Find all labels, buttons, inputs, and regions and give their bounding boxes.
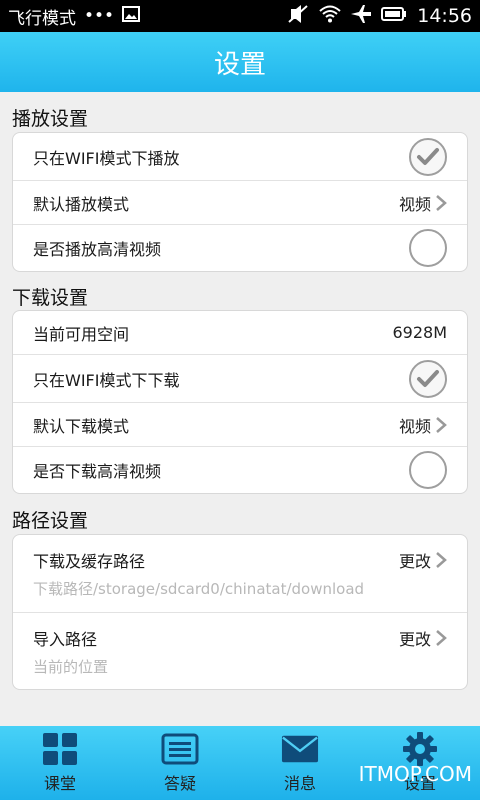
download-hd-row[interactable]: 是否下载高清视频 — [13, 447, 467, 493]
available-space-row: 当前可用空间 6928M — [13, 311, 467, 355]
cache-path-label: 下载及缓存路径 — [33, 552, 146, 571]
download-settings-card: 当前可用空间 6928M 只在WIFI模式下下载 默认下载模式 视频 是否下载高… — [12, 310, 468, 494]
play-hd-row[interactable]: 是否播放高清视频 — [13, 225, 467, 271]
checkmark-icon — [417, 369, 439, 387]
play-default-mode-row[interactable]: 默认播放模式 视频 — [13, 181, 467, 225]
list-icon — [161, 732, 199, 766]
download-wifi-only-row[interactable]: 只在WIFI模式下下载 — [13, 355, 467, 403]
import-path-label: 导入路径 — [33, 629, 98, 649]
download-default-mode-row[interactable]: 默认下载模式 视频 — [13, 403, 467, 447]
play-wifi-only-row[interactable]: 只在WIFI模式下播放 — [13, 133, 467, 181]
download-default-mode-value: 视频 — [398, 416, 431, 436]
download-default-mode-label: 默认下载模式 — [33, 416, 130, 436]
available-space-label: 当前可用空间 — [33, 324, 130, 344]
image-notification-icon — [122, 5, 141, 27]
play-default-mode-label: 默认播放模式 — [33, 194, 130, 214]
paths-section-title: 路径设置 — [12, 510, 89, 532]
chevron-right-icon — [436, 416, 447, 433]
airplane-icon — [351, 4, 372, 28]
download-hd-label: 是否下载高清视频 — [33, 462, 162, 481]
notification-dots: ••• — [84, 6, 115, 26]
play-hd-checkbox[interactable] — [409, 229, 447, 267]
play-wifi-only-checkbox[interactable] — [409, 137, 447, 176]
gear-icon — [401, 732, 439, 766]
tab-qa-label: 答疑 — [163, 774, 196, 793]
airplane-mode-text: 飞行模式 — [8, 8, 76, 29]
download-hd-checkbox[interactable] — [409, 451, 447, 489]
import-path-value: 当前的位置 — [33, 657, 109, 676]
clock: 14:56 — [417, 5, 472, 27]
battery-icon — [381, 6, 407, 26]
paths-settings-card: 下载及缓存路径 更改 下载路径/storage/sdcard0/chinatat… — [12, 534, 468, 690]
import-path-change-link[interactable]: 更改 — [399, 626, 431, 650]
chevron-right-icon — [436, 194, 447, 211]
tab-classroom-label: 课堂 — [43, 774, 76, 793]
watermark: ITMOP.COM — [358, 762, 472, 786]
envelope-icon — [281, 732, 319, 766]
cache-path-change-link[interactable]: 更改 — [399, 548, 431, 572]
playback-section-title: 播放设置 — [12, 108, 89, 130]
chevron-right-icon — [436, 552, 447, 568]
checkmark-icon — [417, 147, 439, 165]
tab-qa[interactable]: 答疑 — [120, 726, 240, 800]
status-bar: 飞行模式 ••• 14:56 — [0, 0, 480, 32]
play-default-mode-value: 视频 — [398, 194, 431, 214]
title-bar: 设置 — [0, 32, 480, 92]
vibrate-off-icon — [287, 4, 309, 28]
download-wifi-only-checkbox[interactable] — [409, 359, 447, 398]
cache-path-value: 下载路径/storage/sdcard0/chinatat/download — [33, 580, 365, 598]
available-space-value: 6928M — [392, 323, 447, 342]
tab-messages-label: 消息 — [283, 774, 316, 793]
page-title: 设置 — [213, 49, 266, 80]
download-section-title: 下载设置 — [12, 287, 89, 309]
play-hd-label: 是否播放高清视频 — [33, 240, 162, 259]
playback-settings-card: 只在WIFI模式下播放 默认播放模式 视频 是否播放高清视频 — [12, 132, 468, 272]
tab-messages[interactable]: 消息 — [240, 726, 360, 800]
play-wifi-only-label: 只在WIFI模式下播放 — [33, 148, 180, 168]
chevron-right-icon — [436, 629, 447, 646]
tab-classroom[interactable]: 课堂 — [0, 726, 120, 800]
import-path-row[interactable]: 导入路径 更改 当前的位置 — [13, 613, 467, 689]
cache-path-row[interactable]: 下载及缓存路径 更改 下载路径/storage/sdcard0/chinatat… — [13, 535, 467, 613]
wifi-icon — [319, 5, 341, 28]
download-wifi-only-label: 只在WIFI模式下下载 — [33, 370, 180, 390]
grid-icon — [41, 732, 79, 766]
